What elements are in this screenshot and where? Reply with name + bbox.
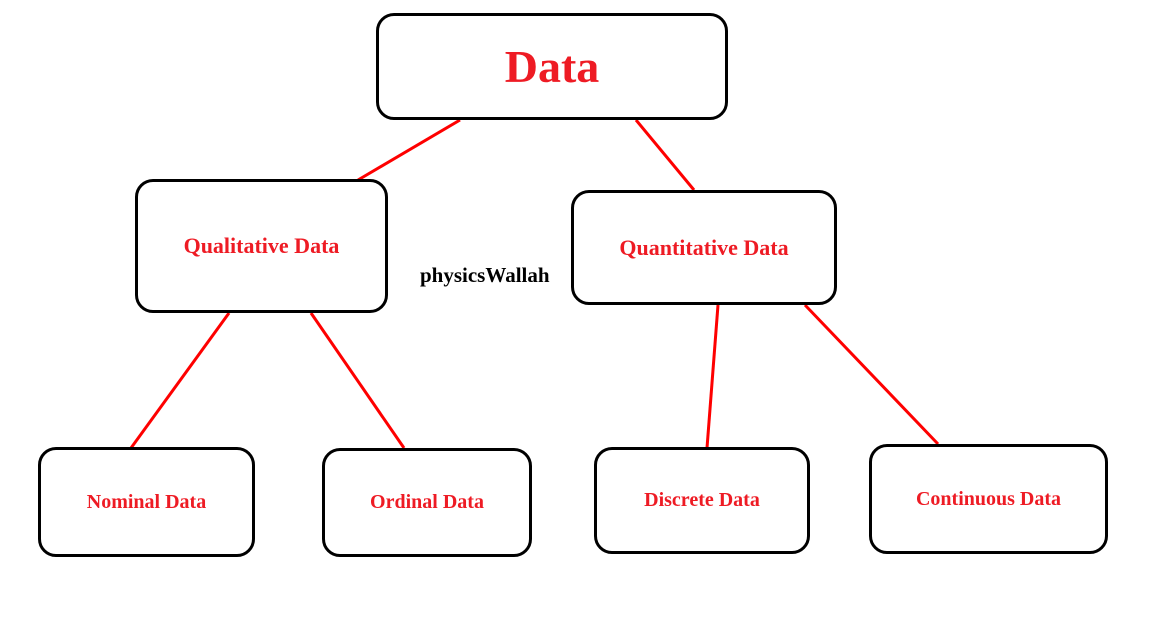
node-continuous: Continuous Data xyxy=(869,444,1108,554)
node-qualitative: Qualitative Data xyxy=(135,179,388,313)
node-root-label: Data xyxy=(505,40,600,93)
node-ordinal-label: Ordinal Data xyxy=(370,491,484,514)
watermark-text: physicsWallah xyxy=(420,263,550,288)
node-ordinal: Ordinal Data xyxy=(322,448,532,557)
node-quantitative: Quantitative Data xyxy=(571,190,837,305)
node-quantitative-label: Quantitative Data xyxy=(619,235,788,261)
node-nominal: Nominal Data xyxy=(38,447,255,557)
node-root-data: Data xyxy=(376,13,728,120)
node-discrete: Discrete Data xyxy=(594,447,810,554)
node-qualitative-label: Qualitative Data xyxy=(184,233,340,259)
node-discrete-label: Discrete Data xyxy=(644,489,760,512)
node-continuous-label: Continuous Data xyxy=(916,488,1061,511)
node-nominal-label: Nominal Data xyxy=(87,491,206,514)
